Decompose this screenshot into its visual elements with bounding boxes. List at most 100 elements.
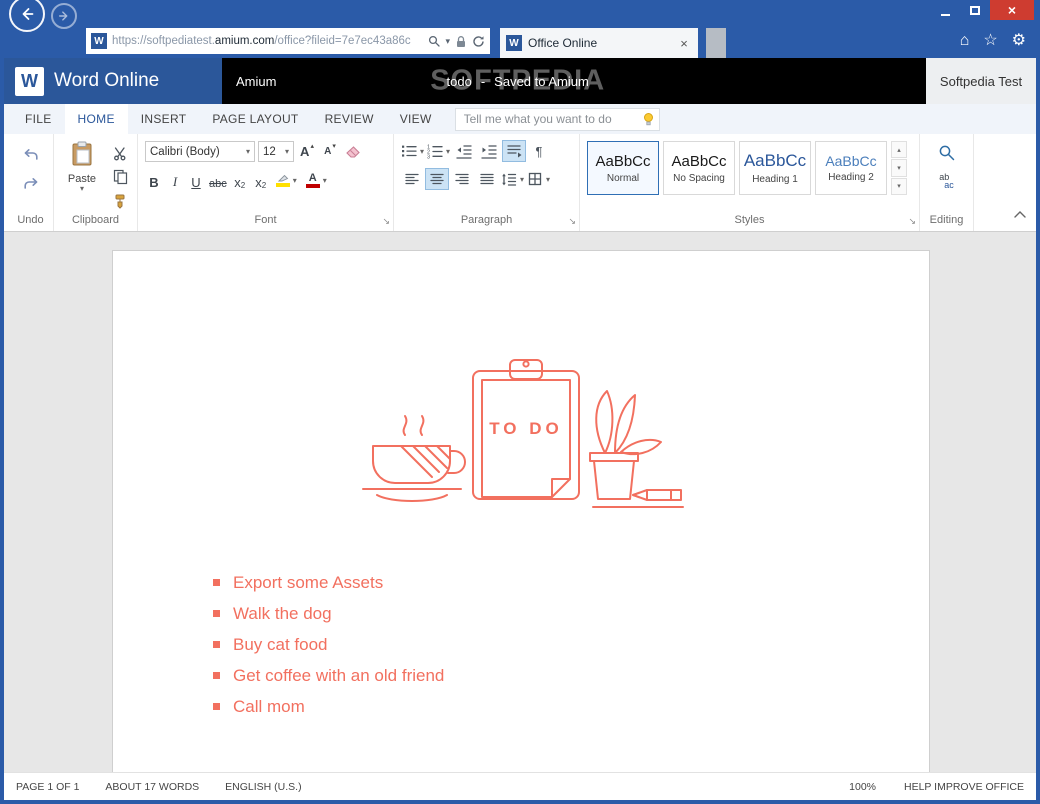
- refresh-icon[interactable]: [472, 35, 485, 48]
- clear-formatting-button[interactable]: [343, 142, 363, 162]
- todo-item[interactable]: Call mom: [213, 691, 444, 722]
- decrease-indent-icon: [456, 145, 472, 159]
- subscript-mark: 2: [240, 181, 246, 190]
- style-heading-2[interactable]: AaBbCc Heading 2: [815, 141, 887, 195]
- new-tab-stub[interactable]: [706, 28, 726, 58]
- line-spacing-button[interactable]: ▾: [501, 169, 524, 189]
- scissors-icon: [113, 146, 125, 160]
- illustration-label: TO DO: [489, 419, 563, 438]
- highlight-caret-icon: ▾: [292, 175, 297, 185]
- style-heading-1[interactable]: AaBbCc Heading 1: [739, 141, 811, 195]
- font-dialog-launcher-icon[interactable]: ↘: [382, 216, 390, 227]
- align-left-button[interactable]: [401, 169, 423, 189]
- address-bar[interactable]: W https://softpediatest.amium.com/office…: [86, 28, 490, 54]
- browser-tab-office-online[interactable]: W Office Online ×: [500, 28, 698, 58]
- styles-dialog-launcher-icon[interactable]: ↘: [908, 216, 916, 227]
- numbered-list-button[interactable]: 1 2 3 ▾: [427, 141, 450, 161]
- security-lock-icon[interactable]: [455, 35, 467, 48]
- url-path: /office?fileid=7e7ec43a86c: [274, 35, 411, 47]
- replace-button[interactable]: ab ac: [937, 171, 957, 191]
- status-language[interactable]: ENGLISH (U.S.): [225, 781, 301, 793]
- home-icon[interactable]: ⌂: [960, 33, 970, 49]
- redo-button[interactable]: [21, 173, 41, 193]
- decrease-indent-button[interactable]: [453, 141, 475, 161]
- highlight-color-button[interactable]: ▾: [273, 170, 300, 190]
- strikethrough-button[interactable]: abc: [208, 170, 228, 190]
- highlighter-pen-icon: [275, 173, 290, 187]
- copy-button[interactable]: [110, 167, 130, 187]
- format-painter-button[interactable]: [110, 191, 130, 211]
- clipboard-group: Paste ▾ Clipboard: [54, 134, 138, 231]
- pilcrow-icon: ¶: [535, 143, 543, 159]
- font-color-button[interactable]: A ▾: [303, 170, 330, 190]
- styles-scroll-down-icon[interactable]: ▾: [891, 159, 907, 177]
- paragraph-dialog-launcher-icon[interactable]: ↘: [568, 216, 576, 227]
- todo-item[interactable]: Walk the dog: [213, 598, 444, 629]
- account-name[interactable]: Softpedia Test: [926, 58, 1036, 104]
- bullet-list-button[interactable]: ▾: [401, 141, 424, 161]
- font-size-select[interactable]: 12 ▾: [258, 141, 294, 162]
- undo-button[interactable]: [21, 144, 41, 164]
- find-button[interactable]: [937, 143, 957, 163]
- search-options-caret-icon[interactable]: ▾: [445, 36, 450, 47]
- style-normal[interactable]: AaBbCc Normal: [587, 141, 659, 195]
- underline-button[interactable]: U: [187, 170, 205, 190]
- tab-page-layout[interactable]: PAGE LAYOUT: [199, 104, 311, 134]
- todo-text: Export some Assets: [233, 572, 384, 592]
- font-name-caret-icon: ▾: [245, 147, 250, 156]
- tab-insert[interactable]: INSERT: [128, 104, 200, 134]
- grow-font-letter: A: [300, 144, 310, 159]
- styles-gallery-more-icon[interactable]: ▾: [891, 177, 907, 195]
- todo-item[interactable]: Get coffee with an old friend: [213, 660, 444, 691]
- list-bullet-icon: [213, 579, 220, 586]
- status-word-count[interactable]: ABOUT 17 WORDS: [105, 781, 199, 793]
- tab-file[interactable]: FILE: [12, 104, 65, 134]
- text-direction-ltr-button[interactable]: [502, 140, 527, 162]
- collapse-ribbon-button[interactable]: [1014, 205, 1026, 223]
- shrink-font-button[interactable]: A ▾: [320, 142, 340, 162]
- borders-button[interactable]: ▾: [527, 169, 550, 189]
- todo-text: Walk the dog: [233, 603, 332, 623]
- justify-button[interactable]: [476, 169, 498, 189]
- eraser-icon: [346, 145, 360, 158]
- browser-navbar: W https://softpediatest.amium.com/office…: [4, 24, 1036, 58]
- favorites-star-icon[interactable]: ☆: [983, 33, 997, 49]
- todo-illustration: TO DO: [362, 359, 684, 508]
- cut-button[interactable]: [110, 143, 130, 163]
- settings-gear-icon[interactable]: ⚙: [1012, 33, 1026, 49]
- italic-button[interactable]: I: [166, 170, 184, 190]
- tab-home[interactable]: HOME: [64, 104, 128, 134]
- line-spacing-icon: [502, 173, 517, 186]
- tab-review[interactable]: REVIEW: [312, 104, 387, 134]
- tell-me-input[interactable]: [454, 107, 660, 131]
- titlebar: ×: [4, 0, 1036, 24]
- status-help-improve[interactable]: HELP IMPROVE OFFICE: [904, 781, 1024, 793]
- todo-item[interactable]: Buy cat food: [213, 629, 444, 660]
- show-formatting-marks-button[interactable]: ¶: [528, 141, 550, 161]
- document-title[interactable]: todo: [447, 74, 472, 89]
- align-center-button[interactable]: [425, 168, 449, 190]
- document-page[interactable]: TO DO Export some Assets Walk the dog Bu…: [112, 250, 930, 772]
- save-status[interactable]: Saved to Amium: [494, 74, 589, 89]
- maximize-button[interactable]: [960, 0, 990, 20]
- align-right-button[interactable]: [451, 169, 473, 189]
- close-button[interactable]: ×: [990, 0, 1034, 20]
- workspace-name[interactable]: Amium: [236, 74, 276, 89]
- font-name-select[interactable]: Calibri (Body) ▾: [145, 141, 255, 162]
- tab-view[interactable]: VIEW: [387, 104, 445, 134]
- bold-button[interactable]: B: [145, 170, 163, 190]
- superscript-button[interactable]: x2: [252, 170, 270, 190]
- paste-button[interactable]: Paste ▾: [61, 141, 103, 211]
- align-left-icon: [405, 173, 419, 185]
- style-no-spacing[interactable]: AaBbCc No Spacing: [663, 141, 735, 195]
- status-zoom[interactable]: 100%: [849, 781, 876, 793]
- minimize-button[interactable]: [930, 0, 960, 20]
- styles-scroll-up-icon[interactable]: ▴: [891, 141, 907, 159]
- search-icon[interactable]: [428, 35, 441, 47]
- status-page-count[interactable]: PAGE 1 OF 1: [16, 781, 79, 793]
- grow-font-button[interactable]: A ▴: [297, 142, 317, 162]
- tab-close-icon[interactable]: ×: [676, 36, 692, 51]
- increase-indent-button[interactable]: [478, 141, 500, 161]
- subscript-button[interactable]: x2: [231, 170, 249, 190]
- todo-item[interactable]: Export some Assets: [213, 567, 444, 598]
